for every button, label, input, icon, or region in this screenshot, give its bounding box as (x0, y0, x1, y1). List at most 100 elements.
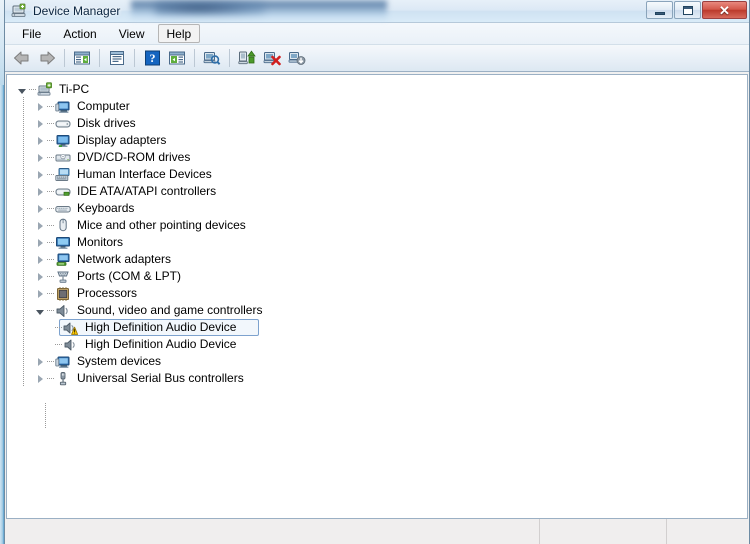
tree-item-label: Human Interface Devices (77, 167, 212, 181)
help-button[interactable]: ? (140, 47, 164, 69)
minimize-button[interactable] (646, 1, 673, 19)
maximize-button[interactable] (674, 1, 701, 19)
update-driver-button[interactable] (235, 47, 259, 69)
menu-view[interactable]: View (110, 24, 154, 43)
back-button[interactable] (10, 47, 34, 69)
network-adapter-icon (55, 252, 71, 268)
expand-toggle[interactable] (33, 302, 47, 319)
tree-row-usb-controllers[interactable]: Universal Serial Bus controllers (7, 370, 747, 387)
scan-for-hardware-changes-button[interactable] (200, 47, 224, 69)
disable-device-icon (288, 52, 306, 65)
desktop-background: Device Manager ✕ File Action View Help ?… (0, 0, 750, 544)
tree-item-label: Ports (COM & LPT) (77, 269, 182, 283)
chevron-right-icon (37, 153, 43, 162)
tree-item-label: High Definition Audio Device (85, 320, 237, 334)
chevron-right-icon (37, 272, 43, 281)
tree-row-ports[interactable]: Ports (COM & LPT) (7, 268, 747, 285)
tree-connector (47, 217, 55, 234)
hid-icon (55, 167, 71, 183)
mouse-icon (55, 218, 71, 234)
expand-toggle[interactable] (33, 132, 47, 149)
menu-action[interactable]: Action (54, 24, 105, 43)
expand-toggle[interactable] (33, 285, 47, 302)
expand-toggle[interactable] (33, 183, 47, 200)
tree-row-network-adapters[interactable]: Network adapters (7, 251, 747, 268)
chevron-right-icon (37, 119, 43, 128)
status-bar (6, 518, 748, 544)
toolbar-separator-1 (64, 49, 65, 67)
properties-icon (110, 51, 124, 65)
audio-device-icon (63, 337, 79, 353)
menu-file[interactable]: File (13, 24, 50, 43)
tree-connector (47, 285, 55, 302)
scan-hardware-icon (203, 52, 221, 65)
tree-row-display-adapters[interactable]: Display adapters (7, 132, 747, 149)
tree-row-processors[interactable]: Processors (7, 285, 747, 302)
expand-toggle[interactable] (33, 251, 47, 268)
tree-guide-level2 (45, 403, 46, 429)
properties-button[interactable] (105, 47, 129, 69)
close-button[interactable]: ✕ (702, 1, 747, 19)
tree-row-monitors[interactable]: Monitors (7, 234, 747, 251)
chevron-right-icon (37, 204, 43, 213)
chevron-right-icon (37, 187, 43, 196)
expand-toggle[interactable] (33, 115, 47, 132)
tree-connector (29, 81, 37, 98)
maximize-icon (682, 5, 693, 15)
uninstall-device-button[interactable] (260, 47, 284, 69)
expand-toggle[interactable] (33, 217, 47, 234)
tree-connector (47, 234, 55, 251)
chevron-right-icon (37, 221, 43, 230)
status-pane-message (6, 519, 540, 544)
titlebar-blur-artifact-core (155, 1, 265, 15)
tree-row-audio-device-warning[interactable]: High Definition Audio Device (7, 319, 747, 336)
tree-row-ide-controllers[interactable]: IDE ATA/ATAPI controllers (7, 183, 747, 200)
forward-button[interactable] (35, 47, 59, 69)
tree-row-root[interactable]: Ti-PC (7, 81, 747, 98)
expand-toggle[interactable] (33, 353, 47, 370)
tree-item-label: Sound, video and game controllers (77, 303, 263, 317)
display-adapter-icon (55, 133, 71, 149)
menu-help[interactable]: Help (157, 24, 201, 43)
disable-device-button[interactable] (285, 47, 309, 69)
show-hide-console-tree-button[interactable] (70, 47, 94, 69)
tree-row-audio-device[interactable]: High Definition Audio Device (7, 336, 747, 353)
tree-row-sound-controllers[interactable]: Sound, video and game controllers (7, 302, 747, 319)
chevron-right-icon (37, 102, 43, 111)
computer-root-icon (37, 81, 53, 98)
minimize-icon (654, 11, 665, 15)
tree-row-disk-drives[interactable]: Disk drives (7, 115, 747, 132)
title-bar[interactable]: Device Manager ✕ (5, 0, 749, 23)
tree-connector (47, 98, 55, 115)
content-area: Ti-PC Computer Disk drives Display adapt… (5, 72, 749, 544)
tree-connector (47, 200, 55, 217)
tree-connector (47, 183, 55, 200)
tree-row-dvd-drives[interactable]: DVD/CD-ROM drives (7, 149, 747, 166)
tree-row-computer[interactable]: Computer (7, 98, 747, 115)
tree-row-keyboards[interactable]: Keyboards (7, 200, 747, 217)
expand-toggle[interactable] (33, 200, 47, 217)
expand-toggle[interactable] (33, 166, 47, 183)
tree-item-label: Keyboards (77, 201, 135, 215)
expand-toggle[interactable] (33, 268, 47, 285)
usb-controller-icon (55, 371, 71, 387)
window-controls: ✕ (646, 1, 747, 19)
root-expand-toggle[interactable] (15, 81, 29, 98)
help-question-icon: ? (144, 50, 160, 66)
tree-item-label: Disk drives (77, 116, 136, 130)
dvd-drive-icon (55, 150, 71, 166)
forward-arrow-icon (40, 51, 55, 65)
expand-toggle[interactable] (33, 98, 47, 115)
tree-item-label: Monitors (77, 235, 124, 249)
device-tree-panel[interactable]: Ti-PC Computer Disk drives Display adapt… (6, 74, 748, 518)
expand-toggle[interactable] (33, 149, 47, 166)
show-hide-action-pane-button[interactable] (165, 47, 189, 69)
expand-toggle[interactable] (33, 370, 47, 387)
tree-row-hid[interactable]: Human Interface Devices (7, 166, 747, 183)
expand-toggle[interactable] (33, 234, 47, 251)
update-driver-icon (238, 50, 256, 65)
disk-drive-icon (55, 116, 71, 132)
tree-row-mice[interactable]: Mice and other pointing devices (7, 217, 747, 234)
tree-row-system-devices[interactable]: System devices (7, 353, 747, 370)
processor-icon (55, 286, 71, 302)
